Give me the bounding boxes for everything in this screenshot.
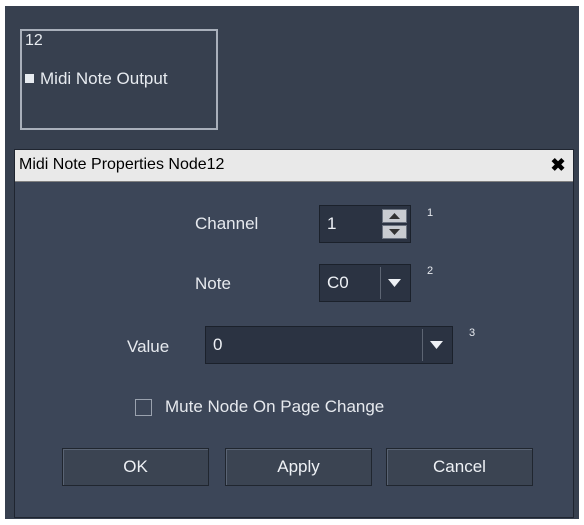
node-id: 12 <box>25 32 43 49</box>
note-dropdown-button[interactable] <box>380 267 408 299</box>
channel-label: Channel <box>195 214 259 233</box>
mute-label[interactable]: Mute Node On Page Change <box>165 397 384 417</box>
close-icon[interactable]: ✖ <box>549 156 567 174</box>
spin-down-button[interactable] <box>382 225 407 239</box>
value-index: 3 <box>469 327 476 339</box>
note-value: C0 <box>327 273 349 292</box>
workspace-canvas: 12 Midi Note Output Midi Note Properties… <box>5 6 579 519</box>
channel-spin-buttons <box>382 209 407 239</box>
value-dropdown[interactable]: 0 <box>205 326 453 364</box>
value-value: 0 <box>213 335 223 354</box>
dialog-titlebar[interactable]: Midi Note Properties Node12 ✖ <box>15 150 573 182</box>
chevron-down-icon <box>430 341 443 349</box>
node-label: Midi Note Output <box>40 69 168 88</box>
note-label: Note <box>195 274 231 293</box>
note-index: 2 <box>427 265 434 277</box>
dialog-title: Midi Note Properties Node12 <box>19 156 225 173</box>
cancel-button[interactable]: Cancel <box>386 448 533 486</box>
properties-dialog: Midi Note Properties Node12 ✖ Channel 1 … <box>14 149 574 518</box>
ok-button[interactable]: OK <box>62 448 209 486</box>
channel-value: 1 <box>327 214 337 233</box>
midi-note-output-node[interactable]: 12 Midi Note Output <box>20 29 218 130</box>
chevron-down-icon <box>388 279 401 287</box>
mute-checkbox[interactable] <box>135 399 152 416</box>
value-dropdown-button[interactable] <box>422 329 450 361</box>
channel-stepper[interactable]: 1 <box>319 205 411 243</box>
apply-button[interactable]: Apply <box>225 448 372 486</box>
spin-up-button[interactable] <box>382 209 407 223</box>
spin-up-icon <box>389 213 400 219</box>
note-dropdown[interactable]: C0 <box>319 264 411 302</box>
node-input-port-icon[interactable] <box>25 74 34 83</box>
channel-index: 1 <box>427 207 434 219</box>
value-label: Value <box>127 337 170 356</box>
spin-down-icon <box>389 229 400 235</box>
